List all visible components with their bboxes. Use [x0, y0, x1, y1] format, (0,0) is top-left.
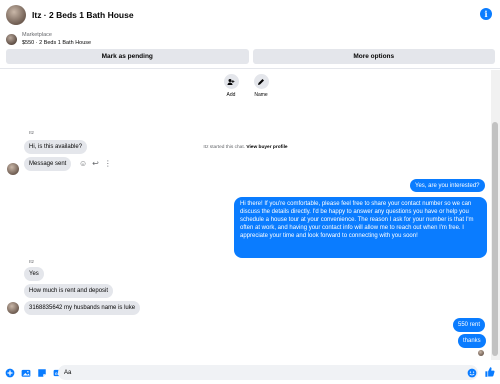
message-bubble-incoming[interactable]: Yes [24, 267, 44, 281]
emoji-icon[interactable] [466, 367, 477, 378]
chat-started-text: Itz started this chat. [203, 145, 245, 150]
listing-summary[interactable]: Marketplace $550 · 2 Beds 1 Bath House [6, 31, 91, 47]
message-input[interactable]: Aa [58, 365, 478, 380]
composer-bar: GIF Aa [0, 361, 500, 384]
message-bubble-outgoing[interactable]: thanks [458, 334, 486, 348]
more-options-button[interactable]: More options [252, 49, 495, 64]
add-label: Add [226, 92, 236, 98]
listing-category: Marketplace [22, 32, 52, 38]
message-bubble-incoming[interactable]: How much is rent and deposit [24, 284, 114, 298]
scrollbar-thumb[interactable] [492, 122, 498, 356]
message-tools: ☺ ↩ ⋮ [79, 160, 112, 168]
seen-avatar [478, 350, 484, 356]
listing-name: $550 · 2 Beds 1 Bath House [22, 40, 92, 46]
message-bubble-incoming[interactable]: Message sent [24, 157, 72, 171]
message-bubble-outgoing[interactable]: Yes, are you interested? [410, 179, 485, 192]
view-buyer-profile-link[interactable]: View buyer profile [246, 145, 287, 150]
listing-actions: Mark as pending More options [6, 49, 495, 64]
reply-icon[interactable]: ↩ [92, 160, 99, 168]
sticker-icon[interactable] [36, 367, 47, 378]
sender-avatar [7, 302, 19, 314]
chat-header: Itz · 2 Beds 1 Bath House i [0, 0, 500, 30]
sender-name: Itz [29, 131, 35, 136]
chat-title[interactable]: Itz · 2 Beds 1 Bath House [32, 10, 134, 20]
add-person-icon [223, 74, 239, 89]
name-action[interactable]: Name [246, 74, 276, 98]
add-action[interactable]: Add [216, 74, 246, 98]
contact-avatar[interactable] [6, 5, 26, 25]
name-label: Name [254, 92, 268, 98]
message-bubble-incoming[interactable]: 3168835642 my husbands name is luke [24, 301, 141, 315]
photo-icon[interactable] [20, 367, 31, 378]
message-bubble-outgoing[interactable]: Hi there! If you're comfortable, please … [234, 197, 487, 258]
message-bubble-incoming[interactable]: Hi, is this available? [24, 140, 88, 154]
message-bubble-outgoing[interactable]: 550 rent [453, 318, 486, 332]
thumbs-up-icon[interactable] [484, 366, 495, 377]
listing-thumbnail [6, 33, 17, 45]
info-icon[interactable]: i [480, 8, 492, 20]
plus-icon[interactable] [4, 367, 15, 378]
mark-as-pending-button[interactable]: Mark as pending [6, 49, 249, 64]
sender-name: Itz [29, 260, 35, 265]
pencil-icon [253, 74, 269, 89]
header-divider [0, 68, 500, 69]
emoji-reaction-icon[interactable]: ☺ [79, 160, 87, 168]
more-icon[interactable]: ⋮ [104, 160, 112, 168]
sender-avatar [7, 163, 19, 175]
